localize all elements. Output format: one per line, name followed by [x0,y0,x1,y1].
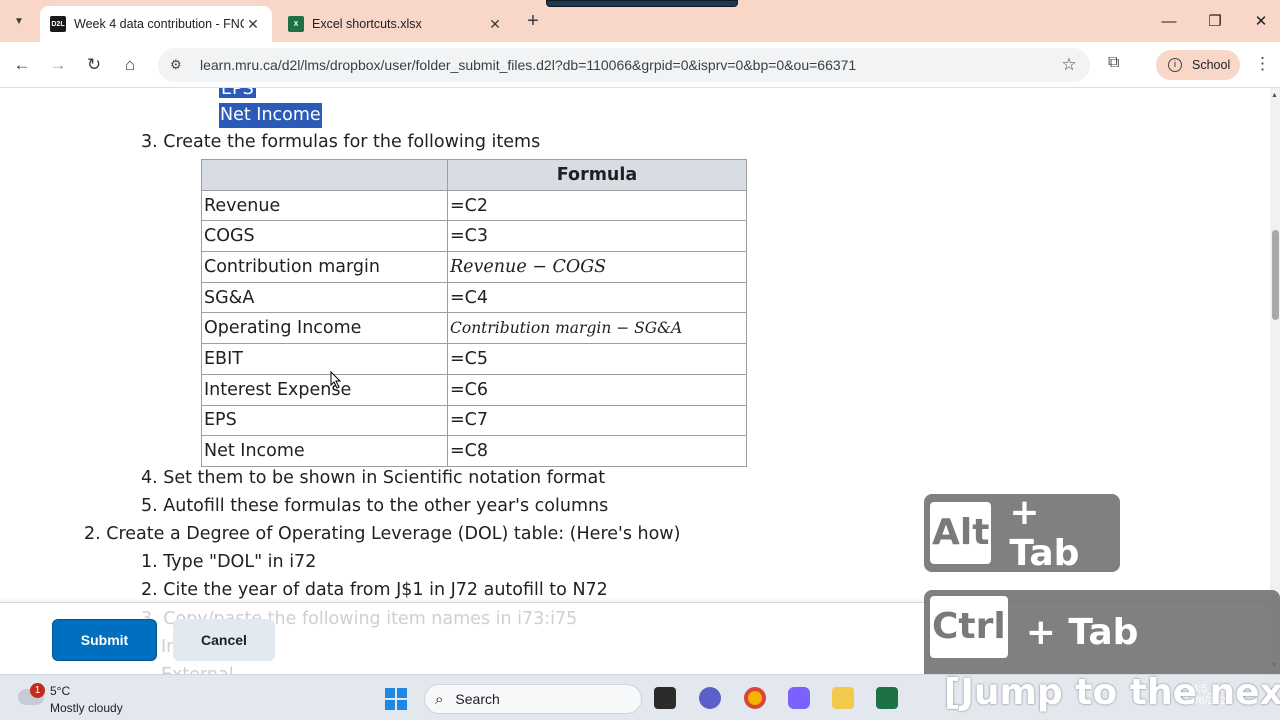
formula-cell: =C2 [447,189,747,222]
teams-icon[interactable] [699,687,721,709]
close-window-button[interactable]: ✕ [1238,8,1280,36]
formula-cell: =C4 [447,281,747,314]
reload-icon[interactable]: ↻ [80,51,108,79]
taskbar-search-label: Search [455,691,500,707]
step-4: 4. Set them to be shown in Scientific no… [141,468,606,488]
minimize-button[interactable]: — [1146,8,1192,36]
ctrl-combo-text: + Tab [1025,612,1139,653]
weather-badge: 1 [30,683,45,698]
back-arrow-icon[interactable]: ← [8,51,36,79]
table-row: Contribution margin Revenue − COGS [201,251,747,283]
task-view-icon[interactable] [654,687,676,709]
chrome-icon[interactable] [744,687,766,709]
selected-text-net-income: Net Income [219,103,322,128]
file-explorer-icon[interactable] [832,687,854,709]
overlay-caption: [Jump to the next [944,672,1280,713]
tab-week4[interactable]: D2L Week 4 data contribution - FNC ✕ [40,6,272,42]
formula-cell: =C5 [447,343,747,375]
table-row: COGS =C3 [201,220,747,253]
step-3: 3. Create the formulas for the following… [141,132,541,152]
taskbar-search[interactable]: ⌕ Search [424,684,642,714]
scrollbar-thumb[interactable] [1272,230,1279,320]
section-2-heading: 2. Create a Degree of Operating Leverage… [84,524,681,544]
excel-favicon-icon: X [288,16,304,32]
window-drag-handle[interactable] [546,0,738,7]
formula-cell: Revenue − COGS [447,251,747,283]
address-bar[interactable]: ⚙ learn.mru.ca/d2l/lms/dropbox/user/fold… [158,48,1090,82]
table-row: Revenue =C2 [201,189,747,222]
item-cell: EPS [201,404,448,437]
page-scrollbar[interactable] [1270,88,1280,674]
table-row: EPS =C7 [201,404,747,437]
home-icon[interactable]: ⌂ [116,51,144,79]
table-row: SG&A =C4 [201,281,747,314]
browser-menu-icon[interactable]: ⋮ [1254,54,1271,74]
item-cell: SG&A [201,281,448,314]
weather-temp[interactable]: 5°C [50,684,70,698]
info-icon: i [1168,58,1182,72]
item-cell: EBIT [201,343,448,375]
search-icon: ⌕ [435,690,444,708]
item-cell: Net Income [201,435,448,467]
tab-search-button[interactable]: ▼ [8,10,30,32]
formula-cell: =C7 [447,404,747,437]
alt-tab-overlay: Alt + Tab [924,492,1120,574]
alt-combo-text: + Tab [1009,492,1080,574]
table-row: EBIT =C5 [201,343,747,375]
table-row: Net Income =C8 [201,435,747,467]
formula-cell: Contribution margin − SG&A [447,312,747,345]
alt-keycap: Alt [930,502,992,564]
cancel-button[interactable]: Cancel [173,619,275,661]
formula-cell: =C6 [447,373,747,406]
profile-button[interactable]: i School [1156,50,1240,80]
excel-icon[interactable] [876,687,898,709]
item-cell: Contribution margin [201,251,448,283]
sub-step-1: 1. Type "DOL" in i72 [141,552,317,572]
sub-step-2: 2. Cite the year of data from J$1 in J72… [141,580,608,600]
tab-excel-shortcuts[interactable]: X Excel shortcuts.xlsx ✕ [278,6,514,42]
tab-title: Week 4 data contribution - FNC [74,17,244,31]
mouse-cursor-icon [330,371,342,389]
browser-toolbar: ← → ↻ ⌂ ⚙ learn.mru.ca/d2l/lms/dropbox/u… [0,42,1280,88]
tab-strip: ▼ D2L Week 4 data contribution - FNC ✕ X… [0,0,1280,42]
profile-label: School [1192,58,1231,72]
header-item [201,159,448,191]
windows-start-icon[interactable] [385,688,407,710]
tab-close-icon[interactable]: ✕ [244,16,262,33]
formula-table: Formula Revenue =C2 COGS =C3 Contributio… [201,159,747,467]
submit-button[interactable]: Submit [52,619,157,661]
item-cell: Interest Expense [201,373,448,406]
header-formula: Formula [447,159,747,191]
extensions-icon[interactable]: ⧉ [1108,54,1119,72]
formula-cell: =C8 [447,435,747,467]
url-text[interactable]: learn.mru.ca/d2l/lms/dropbox/user/folder… [200,57,1056,73]
item-cell: COGS [201,220,448,253]
weather-desc[interactable]: Mostly cloudy [50,701,123,715]
site-info-icon[interactable]: ⚙ [170,57,188,73]
bookmark-star-icon[interactable]: ☆ [1056,55,1082,75]
new-tab-button[interactable]: + [522,10,544,33]
table-row: Operating Income Contribution margin − S… [201,312,747,345]
step-5: 5. Autofill these formulas to the other … [141,496,609,516]
table-row: Interest Expense =C6 [201,373,747,406]
m365-icon[interactable] [788,687,810,709]
chevron-down-icon: ▼ [14,15,24,27]
tab-title: Excel shortcuts.xlsx [312,17,422,31]
d2l-favicon-icon: D2L [50,16,66,32]
item-cell: Operating Income [201,312,448,345]
table-header-row: Formula [201,159,747,191]
scroll-up-icon[interactable]: ▲ [1271,92,1278,99]
ctrl-keycap: Ctrl [930,596,1008,658]
restore-button[interactable]: ❐ [1192,8,1238,36]
selected-text-eps: EPS [219,88,256,98]
formula-cell: =C3 [447,220,747,253]
forward-arrow-icon[interactable]: → [44,51,72,79]
tab-close-icon[interactable]: ✕ [486,16,504,33]
item-cell: Revenue [201,189,448,222]
